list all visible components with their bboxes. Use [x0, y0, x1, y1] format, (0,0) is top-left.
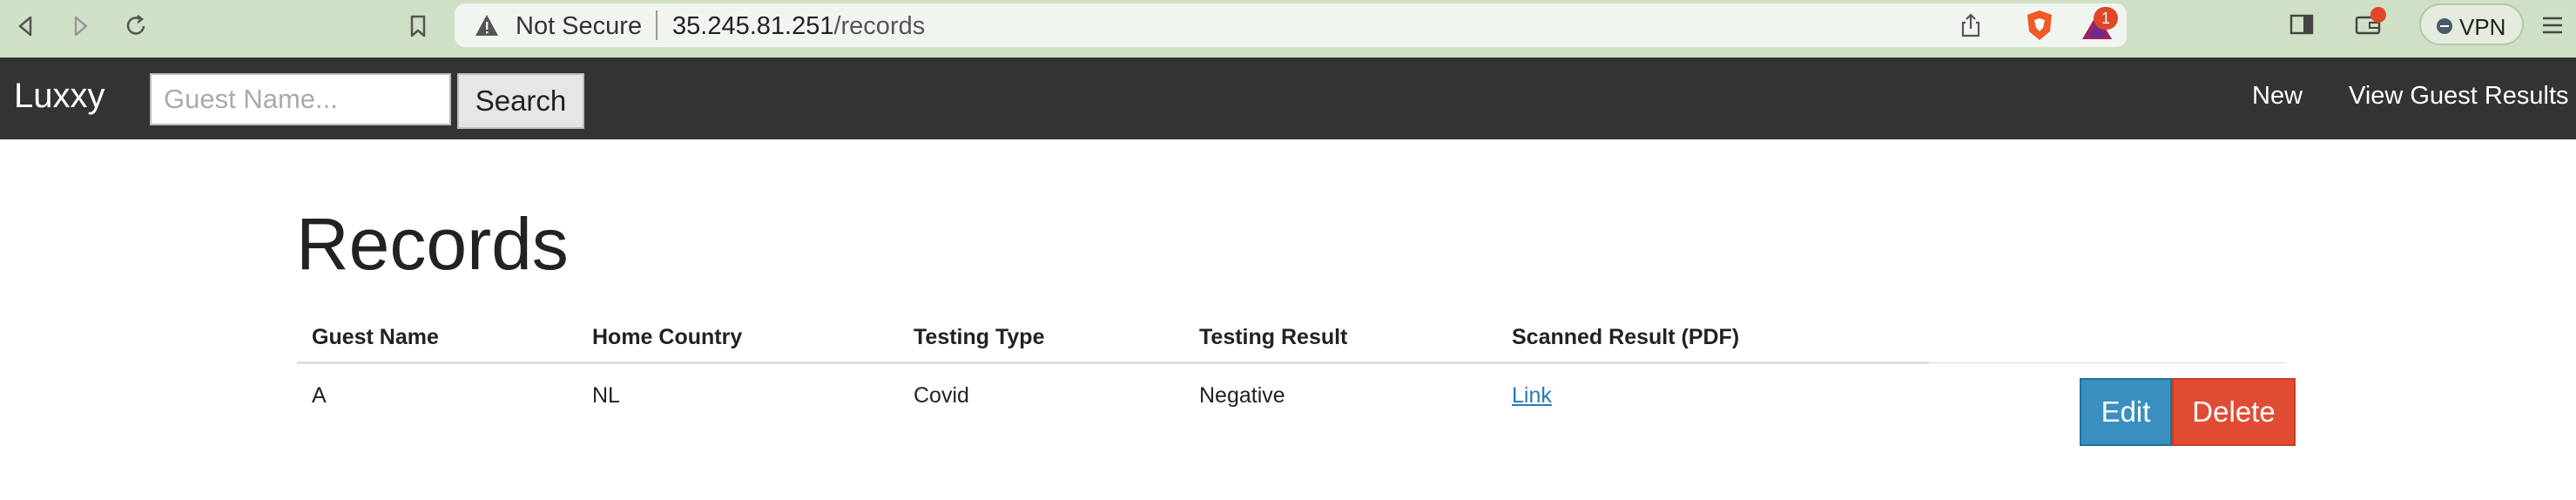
- forward-icon[interactable]: [63, 9, 98, 44]
- brave-shields-icon[interactable]: [2024, 9, 2055, 42]
- page-title: Records: [296, 203, 569, 285]
- url-text: 35.245.81.251/records: [672, 12, 925, 41]
- cell-scanned-result: Link: [1497, 362, 1929, 425]
- edit-button[interactable]: Edit: [2080, 378, 2172, 446]
- menu-icon[interactable]: [2539, 12, 2566, 38]
- reload-icon[interactable]: [118, 9, 153, 44]
- address-divider: [656, 10, 657, 40]
- browser-toolbar: Not Secure 35.245.81.251/records 1 VPN: [0, 0, 2576, 57]
- back-icon[interactable]: [9, 9, 44, 44]
- cell-guest-name: A: [312, 382, 327, 408]
- app-navbar: Luxxy Search New View Guest Results: [0, 57, 2576, 139]
- brand-logo[interactable]: Luxxy: [14, 77, 105, 116]
- records-table: Guest Name Home Country Testing Type Tes…: [297, 314, 2287, 425]
- cell-testing-result: Negative: [1199, 382, 1285, 408]
- vpn-button[interactable]: VPN: [2419, 3, 2524, 45]
- cell-testing-type: Covid: [914, 382, 969, 408]
- security-status: Not Secure: [516, 12, 643, 40]
- vpn-label: VPN: [2459, 14, 2506, 40]
- nav-link-new[interactable]: New: [2252, 82, 2303, 111]
- sidebar-toggle-icon[interactable]: [2289, 11, 2315, 37]
- scanned-result-link[interactable]: Link: [1512, 383, 1552, 408]
- bookmark-icon[interactable]: [401, 9, 435, 44]
- header-testing-type: Testing Type: [899, 314, 1184, 364]
- address-bar[interactable]: Not Secure 35.245.81.251/records 1: [455, 3, 2127, 47]
- cell-home-country: NL: [592, 382, 620, 408]
- header-guest-name: Guest Name: [297, 314, 577, 364]
- url-path: /records: [833, 12, 926, 40]
- header-testing-result: Testing Result: [1184, 314, 1497, 364]
- url-host: 35.245.81.251: [672, 12, 834, 40]
- header-home-country: Home Country: [577, 314, 899, 364]
- share-icon[interactable]: [1958, 12, 1984, 38]
- wallet-notification-dot: [2370, 7, 2386, 23]
- warning-icon: [475, 15, 498, 36]
- vpn-status-icon: [2437, 18, 2452, 34]
- nav-link-view-guest-results[interactable]: View Guest Results: [2349, 82, 2569, 111]
- search-button[interactable]: Search: [457, 73, 584, 129]
- table-row: A NL Covid Negative Link: [297, 362, 2287, 425]
- header-scanned-result: Scanned Result (PDF): [1497, 314, 1929, 364]
- guest-search-input[interactable]: [150, 73, 451, 125]
- table-header-row: Guest Name Home Country Testing Type Tes…: [297, 314, 2287, 364]
- delete-button[interactable]: Delete: [2172, 378, 2296, 446]
- rewards-badge: 1: [2094, 7, 2118, 30]
- header-actions: [1929, 314, 2287, 363]
